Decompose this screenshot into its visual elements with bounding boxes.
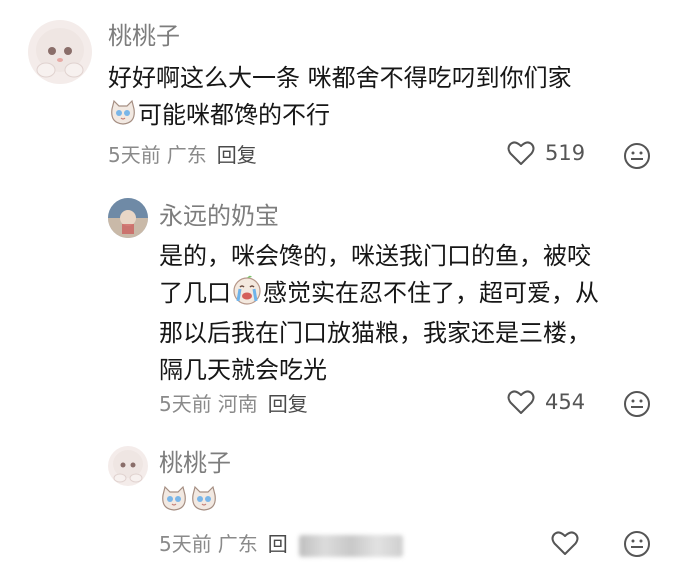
comment-time: 5天前 <box>108 143 161 167</box>
cat-crying-emoji <box>159 485 189 517</box>
emoji-react-button[interactable] <box>623 530 651 562</box>
comment-text-line: 那以后我在门口放猫粮，我家还是三楼， <box>159 319 591 347</box>
comment-text-line: 隔几天就会吃光 <box>159 355 327 384</box>
reply-button[interactable]: 回复 <box>217 143 257 167</box>
comment-text-line: 是的，咪会馋的，咪送我门口的鱼，被咬 <box>159 242 591 270</box>
comment-text-line: 感觉实在忍不住了，超可爱，从 <box>263 278 599 307</box>
comment-text-line: 可能咪都馋的不行 <box>138 100 330 129</box>
comment-location: 广东 <box>217 532 258 556</box>
emoji-react-button[interactable] <box>623 390 651 422</box>
smile-face-icon <box>624 143 650 169</box>
like-button[interactable]: 454 <box>507 389 585 415</box>
loudly-crying-emoji <box>231 275 263 316</box>
like-button[interactable] <box>551 530 589 556</box>
avatar[interactable] <box>108 446 148 486</box>
like-count: 519 <box>545 141 586 165</box>
comment-author[interactable]: 桃桃子 <box>159 448 231 478</box>
watermark-overlay <box>299 535 403 557</box>
comment-text: 是的，咪会馋的，咪送我门口的鱼，被咬 了几口 感觉实在忍不住了，超可爱，从 那以… <box>159 238 669 388</box>
comment-text-line: 了几口 <box>159 278 231 307</box>
cat-crying-emoji <box>108 99 138 138</box>
smile-face-icon <box>624 391 650 417</box>
comment-time: 5天前 <box>159 392 212 416</box>
comment-author[interactable]: 永远的奶宝 <box>159 201 279 231</box>
comment-author[interactable]: 桃桃子 <box>108 21 180 51</box>
heart-outline-icon <box>507 141 535 165</box>
comment-meta: 5天前 广东 回复 <box>108 142 257 168</box>
comment-location: 广东 <box>166 143 207 167</box>
reply-button[interactable]: 回复 <box>268 392 308 416</box>
like-button[interactable]: 519 <box>507 140 585 166</box>
comment-meta: 5天前 广东回 <box>159 531 288 557</box>
smile-face-icon <box>624 531 650 557</box>
cat-crying-emoji <box>189 485 219 517</box>
avatar[interactable] <box>108 198 148 238</box>
heart-outline-icon <box>507 390 535 414</box>
comment-text <box>159 485 219 517</box>
avatar[interactable] <box>28 20 92 84</box>
comment-time: 5天前 <box>159 532 212 556</box>
comment-text: 好好啊这么大一条 咪都舍不得吃叼到你们家 可能咪都馋的不行 <box>108 60 668 137</box>
like-count: 454 <box>545 390 586 414</box>
reply-button[interactable]: 回 <box>268 532 288 556</box>
heart-outline-icon <box>551 531 579 555</box>
comment-location: 河南 <box>217 392 258 416</box>
comment-meta: 5天前 河南 回复 <box>159 391 308 417</box>
emoji-react-button[interactable] <box>623 142 651 174</box>
comment-text-line: 好好啊这么大一条 咪都舍不得吃叼到你们家 <box>108 64 572 92</box>
